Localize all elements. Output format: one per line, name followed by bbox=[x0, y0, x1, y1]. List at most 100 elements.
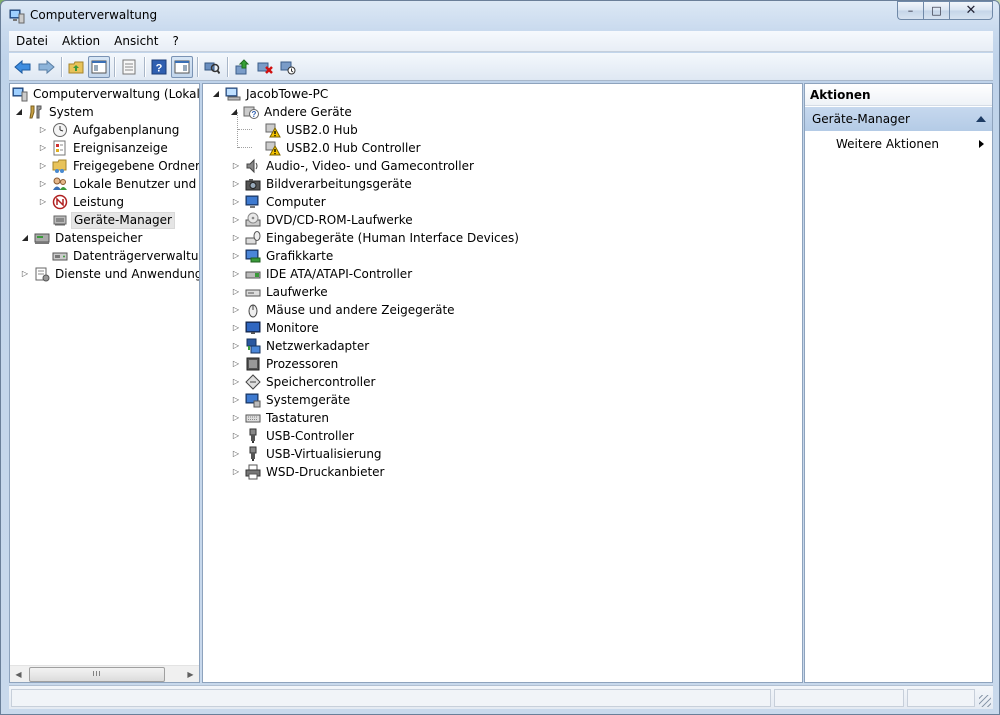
tree-item-drives[interactable]: ▷ Laufwerke bbox=[231, 283, 330, 301]
expand-arrow-icon[interactable]: ▷ bbox=[231, 175, 241, 193]
tree-item-device-manager[interactable]: Geräte-Manager bbox=[52, 211, 175, 229]
expand-arrow-icon[interactable]: ▷ bbox=[231, 301, 241, 319]
collapse-arrow-icon[interactable]: ◢ bbox=[211, 85, 221, 103]
left-pane-horizontal-scrollbar[interactable]: ◀ III ▶ bbox=[10, 665, 199, 682]
tree-item-other-devices[interactable]: ◢ ? Andere Geräte bbox=[229, 103, 354, 121]
tree-item-ide[interactable]: ▷ IDE ATA/ATAPI-Controller bbox=[231, 265, 414, 283]
expand-arrow-icon[interactable]: ▷ bbox=[231, 409, 241, 427]
close-button[interactable]: ✕ bbox=[949, 1, 993, 20]
tree-item-local-users[interactable]: ▷ Lokale Benutzer und Gr bbox=[38, 175, 199, 193]
up-button[interactable] bbox=[65, 56, 87, 78]
menu-ansicht[interactable]: Ansicht bbox=[107, 32, 165, 51]
properties-button[interactable] bbox=[118, 56, 140, 78]
expand-arrow-icon[interactable]: ▷ bbox=[231, 247, 241, 265]
expand-arrow-icon[interactable]: ▷ bbox=[231, 229, 241, 247]
expand-arrow-icon[interactable]: ▷ bbox=[38, 121, 48, 139]
tree-item-mice[interactable]: ▷ Mäuse und andere Zeigegeräte bbox=[231, 301, 457, 319]
tree-item-shared-folders[interactable]: ▷ Freigegebene Ordner bbox=[38, 157, 199, 175]
tree-item-display-adapter[interactable]: ▷ Grafikkarte bbox=[231, 247, 335, 265]
expand-arrow-icon[interactable]: ▷ bbox=[38, 193, 48, 211]
tree-item-usb-controllers[interactable]: ▷ USB-Controller bbox=[231, 427, 356, 445]
tree-item-performance[interactable]: ▷ Leistung bbox=[38, 193, 126, 211]
warning-device-icon bbox=[265, 122, 281, 138]
expand-arrow-icon[interactable]: ▷ bbox=[231, 391, 241, 409]
collapse-up-icon[interactable] bbox=[976, 116, 986, 122]
tree-item-usb-hub[interactable]: USB2.0 Hub bbox=[265, 121, 360, 139]
expand-arrow-icon[interactable]: ▷ bbox=[38, 139, 48, 157]
maximize-button[interactable]: □ bbox=[923, 1, 949, 20]
device-tree-pane: ◢ JacobTowe-PC ◢ ? Andere Geräte USB2.0 … bbox=[202, 83, 803, 683]
tree-item-system-devices[interactable]: ▷ Systemgeräte bbox=[231, 391, 352, 409]
tree-item-event-viewer[interactable]: ▷ Ereignisanzeige bbox=[38, 139, 170, 157]
tree-item-usb-virtualization[interactable]: ▷ USB-Virtualisierung bbox=[231, 445, 384, 463]
storage-icon bbox=[34, 230, 50, 246]
expand-arrow-icon[interactable]: ▷ bbox=[231, 463, 241, 481]
tree-item-storage-controllers[interactable]: ▷ Speichercontroller bbox=[231, 373, 377, 391]
tree-item-computer-management[interactable]: Computerverwaltung (Lokal) bbox=[12, 85, 200, 103]
expand-arrow-icon[interactable]: ▷ bbox=[20, 265, 30, 283]
tree-label: Geräte-Manager bbox=[71, 211, 175, 229]
show-hide-console-tree-button[interactable] bbox=[88, 55, 110, 78]
expand-arrow-icon[interactable]: ▷ bbox=[231, 337, 241, 355]
tree-item-services[interactable]: ▷ Dienste und Anwendungen bbox=[20, 265, 199, 283]
scroll-left-icon[interactable]: ◀ bbox=[10, 666, 27, 683]
title-bar[interactable]: Computerverwaltung – □ ✕ bbox=[1, 1, 999, 31]
tree-item-computer-root[interactable]: ◢ JacobTowe-PC bbox=[211, 85, 330, 103]
more-actions-link[interactable]: Weitere Aktionen bbox=[805, 134, 992, 154]
show-hide-action-pane-icon bbox=[174, 60, 190, 73]
tree-item-wsd-print[interactable]: ▷ WSD-Druckanbieter bbox=[231, 463, 386, 481]
expand-arrow-icon[interactable]: ▷ bbox=[231, 319, 241, 337]
tree-item-keyboards[interactable]: ▷ Tastaturen bbox=[231, 409, 331, 427]
resize-grip-icon[interactable] bbox=[979, 695, 991, 707]
expand-arrow-icon[interactable]: ▷ bbox=[231, 373, 241, 391]
back-arrow-icon bbox=[14, 59, 31, 74]
expand-arrow-icon[interactable]: ▷ bbox=[231, 445, 241, 463]
menu-help[interactable]: ? bbox=[165, 32, 185, 51]
collapse-arrow-icon[interactable]: ◢ bbox=[20, 229, 30, 247]
tree-item-system[interactable]: ◢ System bbox=[14, 103, 96, 121]
tree-item-disk-management[interactable]: Datenträgerverwaltung bbox=[52, 247, 199, 265]
expand-arrow-icon[interactable]: ▷ bbox=[231, 283, 241, 301]
expand-arrow-icon[interactable]: ▷ bbox=[231, 355, 241, 373]
tree-item-computer[interactable]: ▷ Computer bbox=[231, 193, 328, 211]
forward-button[interactable] bbox=[35, 56, 57, 78]
scroll-right-icon[interactable]: ▶ bbox=[182, 666, 199, 683]
tree-item-task-scheduler[interactable]: ▷ Aufgabenplanung bbox=[38, 121, 181, 139]
show-hide-action-pane-button[interactable] bbox=[171, 55, 193, 78]
tree-label: USB2.0 Hub bbox=[286, 123, 358, 137]
expand-arrow-icon[interactable]: ▷ bbox=[231, 427, 241, 445]
menu-datei[interactable]: Datei bbox=[9, 32, 55, 51]
expand-arrow-icon[interactable]: ▷ bbox=[231, 193, 241, 211]
collapse-arrow-icon[interactable]: ◢ bbox=[14, 103, 24, 121]
update-driver-button[interactable] bbox=[231, 56, 253, 78]
tree-item-monitors[interactable]: ▷ Monitore bbox=[231, 319, 321, 337]
tree-item-network[interactable]: ▷ Netzwerkadapter bbox=[231, 337, 371, 355]
scan-hardware-button[interactable] bbox=[201, 56, 223, 78]
collapse-arrow-icon[interactable]: ◢ bbox=[229, 103, 239, 121]
expand-arrow-icon[interactable]: ▷ bbox=[38, 157, 48, 175]
tree-item-audio[interactable]: ▷ Audio-, Video- und Gamecontroller bbox=[231, 157, 476, 175]
tree-label: Dienste und Anwendungen bbox=[55, 267, 199, 281]
back-button[interactable] bbox=[12, 56, 34, 78]
tree-item-processors[interactable]: ▷ Prozessoren bbox=[231, 355, 340, 373]
minimize-button[interactable]: – bbox=[897, 1, 923, 20]
tree-item-dvd[interactable]: ▷ DVD/CD-ROM-Laufwerke bbox=[231, 211, 415, 229]
menu-aktion[interactable]: Aktion bbox=[55, 32, 107, 51]
scroll-track[interactable]: III bbox=[27, 666, 182, 683]
tree-item-usb-hub-controller[interactable]: USB2.0 Hub Controller bbox=[265, 139, 423, 157]
tree-label: Computerverwaltung (Lokal) bbox=[33, 87, 200, 101]
disable-device-button[interactable] bbox=[277, 56, 299, 78]
help-button[interactable]: ? bbox=[148, 56, 170, 78]
actions-section-device-manager[interactable]: Geräte-Manager bbox=[805, 107, 992, 131]
tree-item-storage[interactable]: ◢ Datenspeicher bbox=[20, 229, 144, 247]
tree-label: Andere Geräte bbox=[264, 105, 352, 119]
tree-item-hid[interactable]: ▷ Eingabegeräte (Human Interface Devices… bbox=[231, 229, 521, 247]
expand-arrow-icon[interactable]: ▷ bbox=[231, 157, 241, 175]
tree-item-imaging[interactable]: ▷ Bildverarbeitungsgeräte bbox=[231, 175, 414, 193]
tree-label: Lokale Benutzer und Gr bbox=[73, 177, 199, 191]
expand-arrow-icon[interactable]: ▷ bbox=[38, 175, 48, 193]
uninstall-button[interactable] bbox=[254, 56, 276, 78]
expand-arrow-icon[interactable]: ▷ bbox=[231, 211, 241, 229]
expand-arrow-icon[interactable]: ▷ bbox=[231, 265, 241, 283]
scroll-thumb[interactable]: III bbox=[29, 666, 165, 682]
